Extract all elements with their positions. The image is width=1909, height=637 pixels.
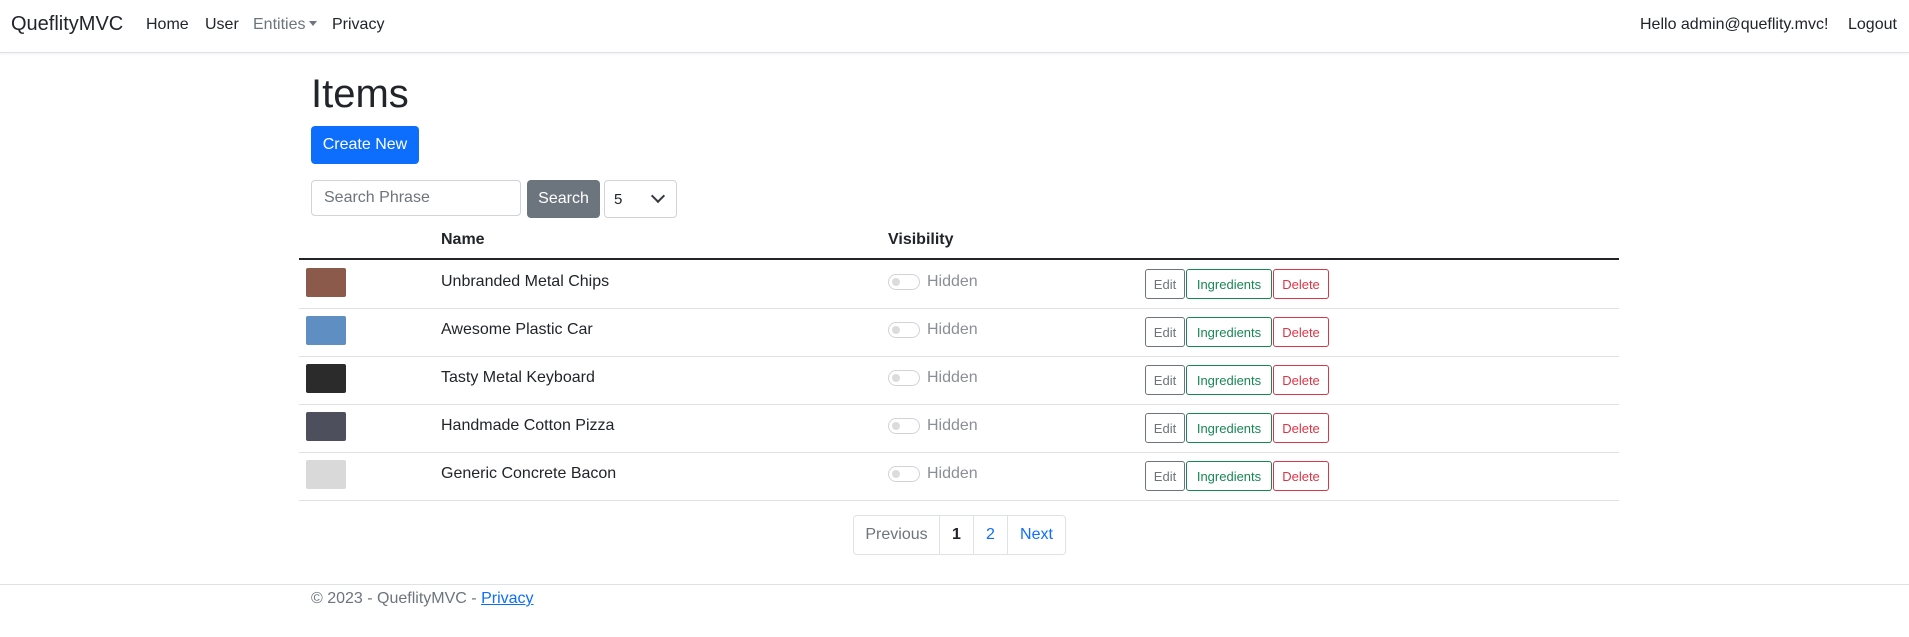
navbar: QueflityMVC Home User Entities Privacy H… [0, 0, 1909, 53]
delete-button[interactable]: Delete [1273, 317, 1329, 347]
edit-button[interactable]: Edit [1145, 413, 1185, 443]
table-row: Tasty Metal Keyboard Hidden Edit Ingredi… [299, 356, 1619, 405]
visibility-label: Hidden [927, 273, 978, 290]
toggle-knob [892, 422, 900, 430]
nav-entities-dropdown[interactable]: Entities [253, 16, 318, 34]
edit-button[interactable]: Edit [1145, 461, 1185, 491]
toggle-knob [892, 278, 900, 286]
search-button[interactable]: Search [527, 180, 600, 218]
delete-button[interactable]: Delete [1273, 269, 1329, 299]
pagination-previous[interactable]: Previous [854, 516, 939, 554]
toggle-knob [892, 326, 900, 334]
ingredients-button[interactable]: Ingredients [1186, 317, 1272, 347]
visibility-label: Hidden [927, 321, 978, 338]
nav-user[interactable]: User [205, 16, 239, 34]
item-thumbnail [306, 364, 346, 393]
visibility-toggle[interactable] [888, 322, 920, 338]
edit-button[interactable]: Edit [1145, 317, 1185, 347]
footer-privacy-link[interactable]: Privacy [481, 590, 533, 607]
item-name: Awesome Plastic Car [441, 321, 593, 338]
edit-button[interactable]: Edit [1145, 365, 1185, 395]
table-row: Unbranded Metal Chips Hidden Edit Ingred… [299, 260, 1619, 309]
item-thumbnail [306, 268, 346, 297]
search-input[interactable]: Search Phrase [311, 180, 521, 216]
page-size-value: 5 [614, 190, 623, 208]
caret-down-icon [309, 21, 318, 26]
footer-divider [0, 584, 1909, 585]
item-thumbnail [306, 412, 346, 441]
visibility-toggle[interactable] [888, 466, 920, 482]
ingredients-button[interactable]: Ingredients [1186, 461, 1272, 491]
pagination-next[interactable]: Next [1007, 516, 1065, 554]
toggle-knob [892, 470, 900, 478]
footer-copyright: © 2023 - QueflityMVC - [311, 590, 482, 607]
pagination-page-2[interactable]: 2 [973, 516, 1007, 554]
ingredients-button[interactable]: Ingredients [1186, 365, 1272, 395]
table-row: Handmade Cotton Pizza Hidden Edit Ingred… [299, 404, 1619, 453]
visibility-label: Hidden [927, 369, 978, 386]
create-new-button[interactable]: Create New [311, 126, 419, 164]
visibility-label: Hidden [927, 417, 978, 434]
edit-button[interactable]: Edit [1145, 269, 1185, 299]
visibility-label: Hidden [927, 465, 978, 482]
page-size-select[interactable]: 5 [604, 180, 677, 218]
item-name: Generic Concrete Bacon [441, 465, 617, 482]
logout-button[interactable]: Logout [1848, 16, 1897, 34]
item-thumbnail [306, 316, 346, 345]
item-thumbnail [306, 460, 346, 489]
item-name: Handmade Cotton Pizza [441, 417, 615, 434]
delete-button[interactable]: Delete [1273, 413, 1329, 443]
table-row: Generic Concrete Bacon Hidden Edit Ingre… [299, 452, 1619, 501]
item-name: Tasty Metal Keyboard [441, 369, 595, 386]
table-row: Awesome Plastic Car Hidden Edit Ingredie… [299, 308, 1619, 357]
page-title: Items [311, 72, 409, 116]
visibility-toggle[interactable] [888, 370, 920, 386]
item-name: Unbranded Metal Chips [441, 273, 610, 290]
footer: © 2023 - QueflityMVC - Privacy [311, 590, 534, 608]
ingredients-button[interactable]: Ingredients [1186, 413, 1272, 443]
chevron-down-icon [650, 188, 666, 204]
visibility-toggle[interactable] [888, 274, 920, 290]
pagination-page-1[interactable]: 1 [939, 516, 973, 554]
delete-button[interactable]: Delete [1273, 461, 1329, 491]
nav-privacy[interactable]: Privacy [332, 16, 384, 34]
column-header-visibility: Visibility [888, 231, 954, 248]
user-greeting-link[interactable]: Hello admin@queflity.mvc! [1640, 16, 1828, 34]
nav-home[interactable]: Home [146, 16, 189, 34]
visibility-toggle[interactable] [888, 418, 920, 434]
pagination: Previous 1 2 Next [853, 515, 1066, 555]
ingredients-button[interactable]: Ingredients [1186, 269, 1272, 299]
brand-link[interactable]: QueflityMVC [11, 13, 123, 36]
nav-entities-label: Entities [253, 16, 306, 33]
toggle-knob [892, 374, 900, 382]
column-header-name: Name [441, 231, 485, 248]
delete-button[interactable]: Delete [1273, 365, 1329, 395]
